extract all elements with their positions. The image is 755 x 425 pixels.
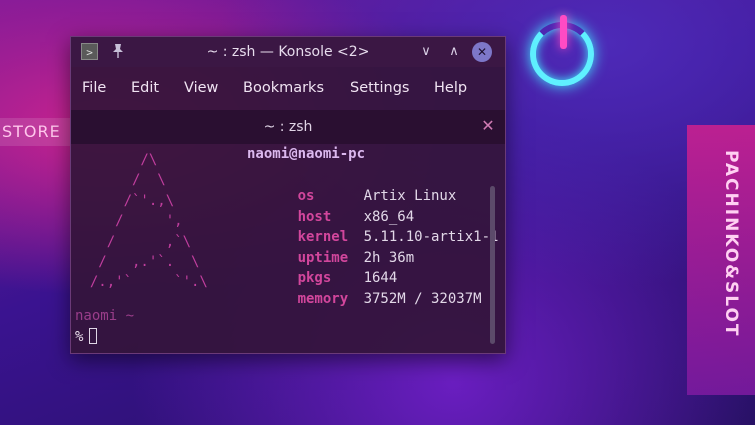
fetch-user-host: naomi@naomi-pc xyxy=(247,146,366,162)
menu-file[interactable]: File xyxy=(82,75,106,101)
menu-edit[interactable]: Edit xyxy=(131,75,159,101)
artix-ascii-logo: /\ / \ /`'.,\ / ', / ,`\ / ,.'`. \ /.,'`… xyxy=(89,152,208,291)
menu-help[interactable]: Help xyxy=(434,75,467,101)
terminal-view[interactable]: /\ / \ /`'.,\ / ', / ,`\ / ,.'`. \ /.,'`… xyxy=(71,144,505,353)
prompt-line[interactable]: % xyxy=(75,328,98,345)
fetch-value: 3752M / 32037M xyxy=(363,290,482,307)
tab-close-icon[interactable]: ✕ xyxy=(480,118,496,134)
minimize-button[interactable]: ∨ xyxy=(416,42,436,62)
wallpaper-store-sign: STORE xyxy=(0,118,72,146)
menu-settings[interactable]: Settings xyxy=(350,75,409,101)
fetch-row-host: host x86_64 xyxy=(247,187,415,225)
window-title: ~ : zsh — Konsole <2> xyxy=(206,44,370,60)
fetch-row-os: os Artix Linux xyxy=(247,166,457,204)
fetch-row-pkgs: pkgs 1644 xyxy=(247,248,398,286)
fetch-row-kernel: kernel 5.11.10-artix1-1 xyxy=(247,207,499,245)
prompt-symbol: % xyxy=(75,329,84,345)
title-bar[interactable]: > ~ : zsh — Konsole <2> ∨ ∧ ✕ xyxy=(71,37,505,67)
text-cursor xyxy=(89,328,98,344)
tab-zsh[interactable]: ~ : zsh xyxy=(71,110,505,144)
prompt-path: naomi ~ xyxy=(75,308,135,324)
fetch-key: memory xyxy=(297,290,349,307)
terminal-scrollbar[interactable] xyxy=(490,186,495,344)
tab-bar: ~ : zsh ✕ xyxy=(71,110,505,144)
fetch-row-uptime: uptime 2h 36m xyxy=(247,228,415,266)
maximize-button[interactable]: ∧ xyxy=(444,42,464,62)
menu-view[interactable]: View xyxy=(184,75,218,101)
menu-bar: File Edit View Bookmarks Settings Help xyxy=(71,75,505,101)
wallpaper-neon-power-bar xyxy=(560,15,567,49)
fetch-row-memory: memory 3752M / 32037M xyxy=(247,269,482,307)
menu-bookmarks[interactable]: Bookmarks xyxy=(243,75,324,101)
wallpaper-pachinko-sign: PACHINKO&SLOT xyxy=(721,150,741,338)
konsole-window[interactable]: > ~ : zsh — Konsole <2> ∨ ∧ ✕ File Edit … xyxy=(70,36,506,354)
close-button[interactable]: ✕ xyxy=(472,42,492,62)
